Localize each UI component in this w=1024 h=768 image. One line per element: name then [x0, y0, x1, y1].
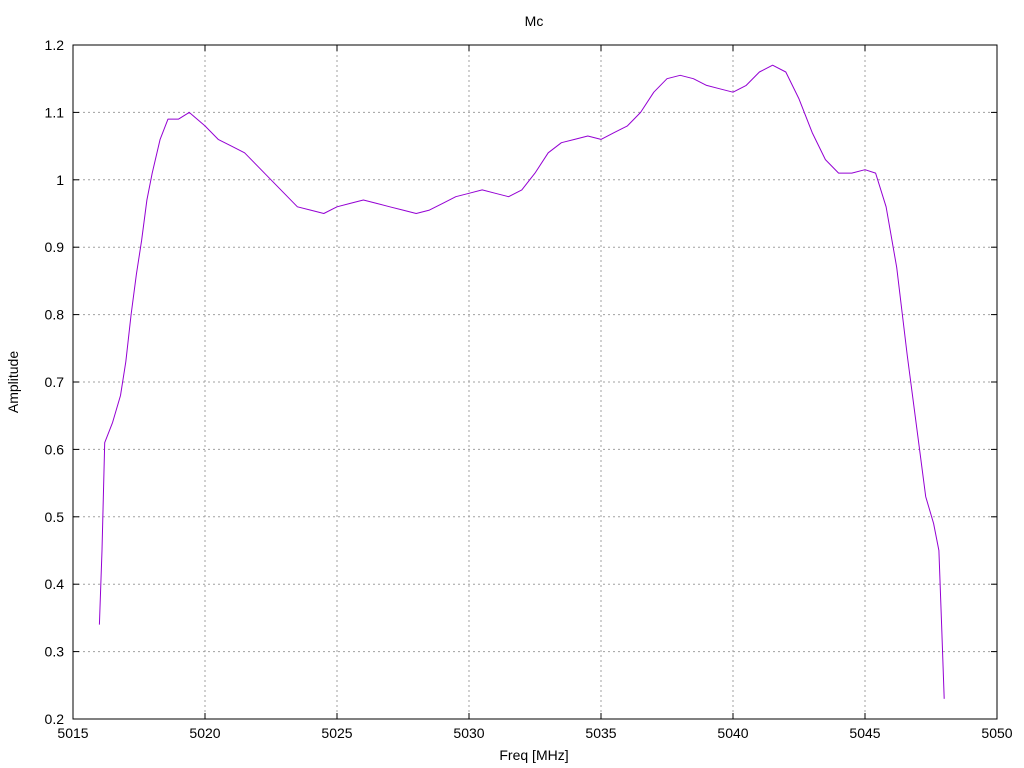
x-tick-label: 5050	[981, 725, 1012, 741]
y-tick-label: 0.7	[45, 374, 65, 390]
y-tick-label: 1.1	[45, 104, 65, 120]
line-chart: Mc Freq [MHz] Amplitude 5015 5020 5025 5030…	[5, 13, 1013, 763]
y-tick-label: 1.2	[45, 37, 65, 53]
x-tick-label: 5030	[453, 725, 484, 741]
series-group	[98, 64, 945, 699]
y-tick-label: 0.5	[45, 509, 65, 525]
y-tick-label: 0.8	[45, 307, 65, 323]
x-tick-label: 5015	[57, 725, 88, 741]
x-tick-label: 5020	[189, 725, 220, 741]
y-tick-label: 1	[56, 172, 64, 188]
x-tick-label: 5025	[321, 725, 352, 741]
y-tick-label: 0.4	[45, 576, 65, 592]
y-tick-label: 0.3	[45, 644, 65, 660]
x-tick-label: 5040	[717, 725, 748, 741]
x-tick-label: 5035	[585, 725, 616, 741]
y-tick-label: 0.9	[45, 239, 65, 255]
y-tick-label: 0.6	[45, 441, 65, 457]
y-axis-title: Amplitude	[5, 351, 21, 413]
chart-title: Mc	[525, 13, 544, 29]
x-axis-title: Freq [MHz]	[499, 747, 568, 763]
grid	[73, 45, 997, 719]
y-tick-label: 0.2	[45, 711, 65, 727]
tick-labels: 5015 5020 5025 5030 5035 5040 5045 5050 0.2 0.3 0.…	[45, 37, 1013, 741]
x-tick-label: 5045	[849, 725, 880, 741]
series-line	[98, 64, 945, 699]
